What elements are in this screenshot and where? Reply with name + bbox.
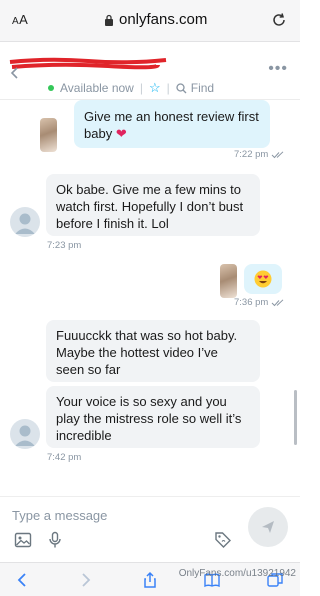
message-text: baby ❤ xyxy=(84,126,127,141)
chat-header: Available now | ☆ | Find ••• xyxy=(0,42,300,100)
media-thumbnail[interactable] xyxy=(220,264,237,298)
message-composer xyxy=(0,496,300,562)
back-icon[interactable] xyxy=(8,66,22,80)
message-time: 7:36 pm xyxy=(234,297,285,308)
more-icon[interactable]: ••• xyxy=(268,60,288,78)
message-input[interactable] xyxy=(12,505,232,525)
message-bubble-outgoing: Give me an honest review first baby ❤ xyxy=(74,100,270,148)
message-bubble-incoming: Ok babe. Give me a few mins to watch fir… xyxy=(46,174,260,236)
text-size-button[interactable]: AA xyxy=(12,12,28,27)
heart-emoji-icon: ❤ xyxy=(115,126,127,141)
message-text: Ok babe. Give me a few mins to xyxy=(56,182,241,197)
message-time: 7:42 pm xyxy=(47,452,82,463)
avatar[interactable] xyxy=(10,207,40,237)
redacted-username-scribble xyxy=(9,57,167,70)
price-tag-icon[interactable] xyxy=(214,531,232,549)
heart-eyes-face-icon xyxy=(254,270,272,288)
message-bubble-incoming: Fuuucckk that was so hot baby. Maybe the… xyxy=(46,320,260,382)
nav-back-icon[interactable] xyxy=(14,571,32,589)
browser-address-bar: AA onlyfans.com xyxy=(0,0,300,42)
message-text: before I finish it. Lol xyxy=(56,216,169,231)
media-thumbnail[interactable] xyxy=(40,118,57,152)
user-avatar-icon xyxy=(15,213,35,234)
message-text: play the mistress role so well it’s xyxy=(56,411,242,426)
send-button[interactable] xyxy=(248,507,288,547)
search-icon xyxy=(176,82,187,93)
message-bubble-incoming: Your voice is so sexy and you play the m… xyxy=(46,386,260,448)
scrollbar[interactable] xyxy=(294,390,297,445)
message-bubble-outgoing xyxy=(244,264,282,294)
reload-icon[interactable] xyxy=(270,11,288,29)
url-field[interactable]: onlyfans.com xyxy=(104,11,207,28)
online-status-text: Available now xyxy=(60,81,134,95)
message-time: 7:22 pm xyxy=(234,149,285,160)
divider: | xyxy=(166,81,170,95)
url-text: onlyfans.com xyxy=(119,11,208,28)
share-icon[interactable] xyxy=(141,571,159,589)
avatar[interactable] xyxy=(10,419,40,449)
message-text: incredible xyxy=(56,428,112,443)
star-icon[interactable]: ☆ xyxy=(149,80,161,96)
presence-bar: Available now | ☆ | Find xyxy=(48,80,214,96)
message-text: Your voice is so sexy and you xyxy=(56,394,227,409)
read-check-icon xyxy=(271,298,284,306)
watermark: OnlyFans.com/u13921942 xyxy=(178,568,296,579)
lock-icon xyxy=(105,14,113,26)
user-avatar-icon xyxy=(15,425,35,446)
find-button[interactable]: Find xyxy=(176,81,214,95)
nav-forward-icon[interactable] xyxy=(76,571,94,589)
online-status-dot xyxy=(48,85,54,91)
image-icon[interactable] xyxy=(14,531,32,549)
find-label: Find xyxy=(190,81,215,95)
message-text: Give me an honest review first xyxy=(84,109,259,124)
divider: | xyxy=(139,81,143,95)
read-check-icon xyxy=(271,150,284,158)
microphone-icon[interactable] xyxy=(46,531,64,549)
message-text: watch first. Hopefully I don’t bust xyxy=(56,199,244,214)
send-icon xyxy=(262,521,274,533)
message-text: Fuuucckk that was so hot baby. xyxy=(56,328,238,343)
message-text: Maybe the hottest video I’ve xyxy=(56,345,218,360)
message-time: 7:23 pm xyxy=(47,240,82,251)
message-text: seen so far xyxy=(56,362,121,377)
